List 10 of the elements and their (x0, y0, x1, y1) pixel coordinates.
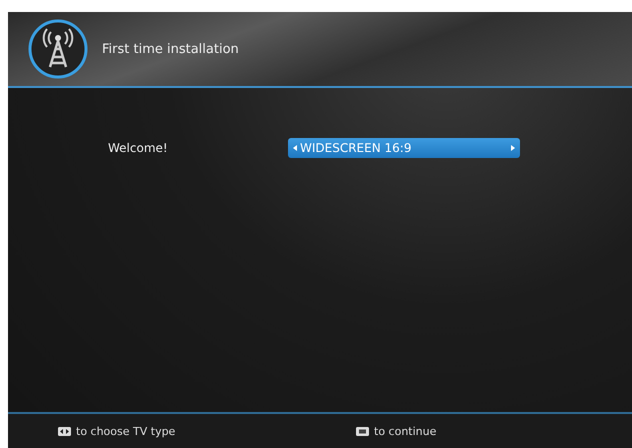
setting-label: Welcome! (108, 141, 169, 155)
screen-title: First time installation (102, 42, 239, 56)
arrow-keys-icon (58, 426, 71, 436)
right-arrow-icon (511, 145, 515, 151)
option-selector[interactable]: WIDESCREEN 16:9 (288, 138, 520, 158)
antenna-tower-icon (28, 19, 88, 79)
hint-text: to continue (374, 424, 436, 438)
left-arrow-icon (293, 145, 297, 151)
hint-text: to choose TV type (76, 424, 176, 438)
ok-key-icon (356, 426, 369, 436)
